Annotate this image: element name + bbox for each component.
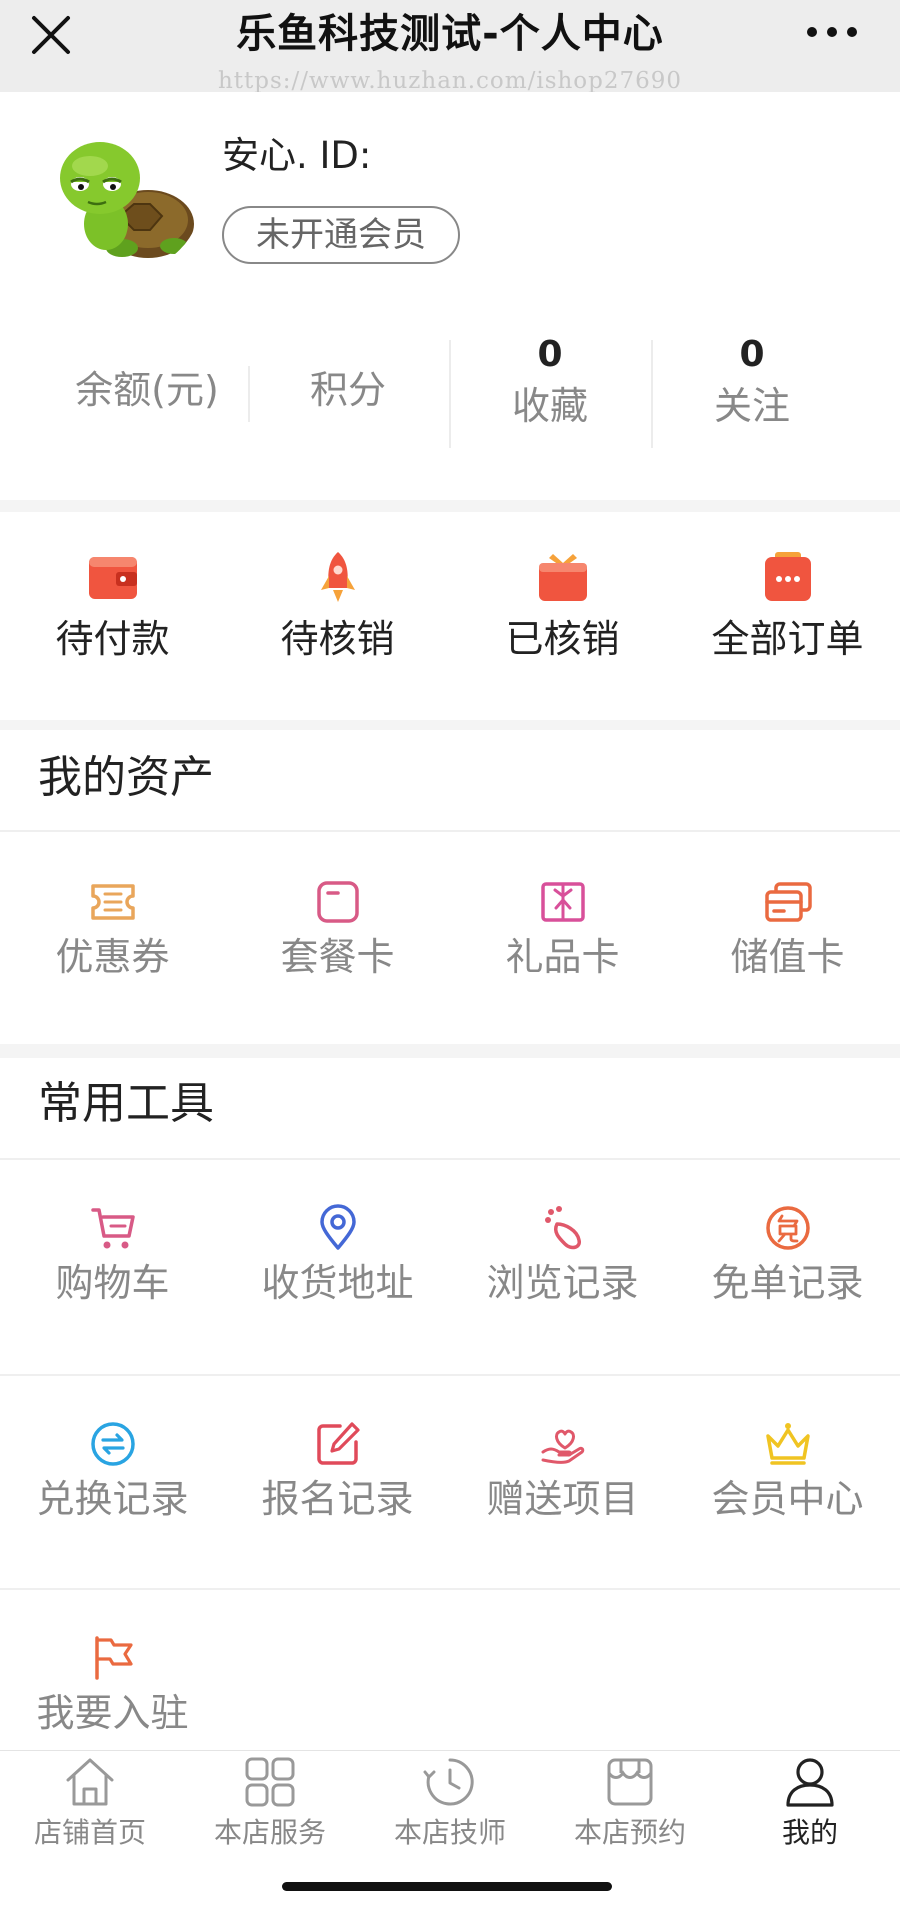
tool-exchange-label: 兑换记录	[36, 1477, 189, 1521]
order-all[interactable]: 全部订单	[675, 550, 900, 664]
stat-balance[interactable]: 余额(元)	[47, 332, 247, 448]
edit-icon	[316, 1422, 360, 1465]
store-icon	[607, 1758, 653, 1806]
title-bar: 乐鱼科技测试-个人中心 https://www.huzhan.com/ishop…	[0, 0, 900, 94]
assets-section: 我的资产 优惠券 套餐卡 礼品卡 储值卡	[0, 730, 900, 1044]
tab-mine-label: 我的	[781, 1816, 838, 1849]
user-name: 安心. ID:	[222, 134, 372, 177]
gift-card-icon	[540, 882, 585, 922]
stat-following[interactable]: 0 关注	[652, 332, 852, 448]
rocket-icon	[320, 552, 355, 602]
avatar[interactable]	[50, 120, 202, 272]
tool-member-center[interactable]: 会员中心	[675, 1420, 900, 1524]
bottom-tab-bar: 店铺首页 本店服务 本店技师 本店预约 我的	[0, 1750, 900, 1868]
divider	[0, 1374, 900, 1376]
tab-technicians-label: 本店技师	[393, 1816, 506, 1849]
stored-value-card-icon	[764, 882, 812, 922]
home-indicator-area	[0, 1868, 900, 1905]
tab-technicians[interactable]: 本店技师	[360, 1755, 540, 1867]
tool-gift-project-label: 赠送项目	[486, 1477, 639, 1521]
asset-coupon[interactable]: 优惠券	[0, 878, 225, 982]
stat-balance-label: 余额(元)	[75, 368, 219, 412]
clock-icon	[423, 1758, 474, 1806]
asset-stored-value-card[interactable]: 储值卡	[675, 878, 900, 982]
crown-icon	[765, 1423, 810, 1465]
assets-title: 我的资产	[38, 752, 214, 803]
tool-free-order-label: 免单记录	[711, 1261, 864, 1305]
order-pending-payment-label: 待付款	[55, 617, 170, 661]
order-pending-verify[interactable]: 待核销	[225, 550, 450, 664]
tool-address[interactable]: 收货地址	[225, 1204, 450, 1308]
tool-history-label: 浏览记录	[486, 1261, 639, 1305]
divider	[0, 1588, 900, 1590]
exchange-icon	[90, 1422, 135, 1466]
turtle-avatar-icon	[60, 142, 194, 258]
order-list-icon	[764, 552, 811, 601]
location-pin-icon	[319, 1204, 356, 1250]
divider	[0, 1158, 900, 1160]
profile-card: 安心. ID: 未开通会员 余额(元) 积分 0 收藏 0 关注	[0, 92, 900, 500]
tab-shop-home[interactable]: 店铺首页	[0, 1755, 180, 1867]
wallet-icon	[88, 557, 137, 599]
user-icon	[786, 1758, 834, 1807]
tool-cart[interactable]: 购物车	[0, 1204, 225, 1308]
divider	[0, 830, 900, 832]
member-status-badge[interactable]: 未开通会员	[222, 206, 460, 264]
flag-icon	[94, 1636, 133, 1680]
tools-section: 常用工具 购物车 收货地址 浏览记录 免单记录 兑换记录 报名记录 赠送项目 会…	[0, 1058, 900, 1750]
stat-points[interactable]: 积分	[248, 332, 448, 448]
order-pending-verify-label: 待核销	[280, 617, 395, 661]
asset-stored-value-card-label: 储值卡	[730, 935, 845, 979]
more-icon[interactable]	[804, 20, 860, 44]
close-icon[interactable]	[28, 12, 74, 58]
heart-hand-icon	[541, 1429, 584, 1464]
stat-favorites-label: 收藏	[511, 384, 588, 428]
tool-join-label: 我要入驻	[36, 1691, 189, 1735]
tool-signup-label: 报名记录	[261, 1477, 414, 1521]
asset-package-card[interactable]: 套餐卡	[225, 878, 450, 982]
tool-exchange[interactable]: 兑换记录	[0, 1420, 225, 1524]
home-icon	[66, 1758, 114, 1806]
tools-title: 常用工具	[38, 1078, 214, 1129]
order-verified-label: 已核销	[505, 617, 620, 661]
tab-services[interactable]: 本店服务	[180, 1755, 360, 1867]
tool-join[interactable]: 我要入驻	[0, 1634, 225, 1738]
package-card-icon	[316, 881, 359, 923]
tool-signup[interactable]: 报名记录	[225, 1420, 450, 1524]
stat-points-label: 积分	[309, 368, 386, 412]
tab-booking-label: 本店预约	[573, 1816, 686, 1849]
stat-following-value: 0	[739, 334, 765, 375]
order-pending-payment[interactable]: 待付款	[0, 550, 225, 664]
tool-address-label: 收货地址	[261, 1261, 414, 1305]
footprint-icon	[544, 1206, 581, 1250]
asset-coupon-label: 优惠券	[55, 935, 170, 979]
gift-box-icon	[538, 554, 587, 601]
cart-icon	[90, 1208, 135, 1249]
order-verified[interactable]: 已核销	[450, 550, 675, 664]
orders-section: 待付款 待核销 已核销 全部订单	[0, 512, 900, 720]
stat-following-label: 关注	[713, 384, 790, 428]
tab-services-label: 本店服务	[213, 1816, 326, 1849]
tool-gift-project[interactable]: 赠送项目	[450, 1420, 675, 1524]
tab-mine[interactable]: 我的	[720, 1755, 900, 1867]
tool-history[interactable]: 浏览记录	[450, 1204, 675, 1308]
stat-favorites[interactable]: 0 收藏	[450, 332, 650, 448]
tool-free-order[interactable]: 免单记录	[675, 1204, 900, 1308]
free-order-icon	[765, 1206, 810, 1250]
tab-shop-home-label: 店铺首页	[33, 1816, 146, 1849]
page-title: 乐鱼科技测试-个人中心	[236, 11, 664, 57]
tool-member-center-label: 会员中心	[711, 1477, 864, 1521]
tool-cart-label: 购物车	[55, 1261, 170, 1305]
grid-icon	[245, 1757, 295, 1807]
tab-booking[interactable]: 本店预约	[540, 1755, 720, 1867]
asset-package-card-label: 套餐卡	[280, 935, 395, 979]
order-all-label: 全部订单	[711, 617, 864, 661]
stat-favorites-value: 0	[537, 334, 563, 375]
asset-gift-card[interactable]: 礼品卡	[450, 878, 675, 982]
home-indicator[interactable]	[282, 1882, 612, 1891]
coupon-icon	[90, 884, 135, 920]
asset-gift-card-label: 礼品卡	[505, 935, 620, 979]
